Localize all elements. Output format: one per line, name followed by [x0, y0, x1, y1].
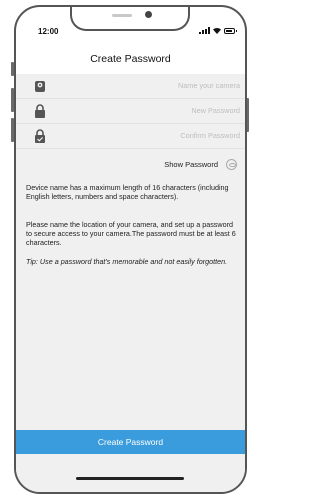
phone-notch	[70, 7, 190, 31]
camera-icon	[34, 79, 46, 93]
battery-icon	[224, 27, 237, 34]
home-indicator	[76, 477, 184, 480]
confirm-password-placeholder: Confirm Password	[180, 131, 240, 140]
phone-frame: 12:00 Create Password Name your camera N…	[14, 5, 247, 494]
create-password-button[interactable]: Create Password	[16, 430, 245, 454]
device-name-info: Device name has a maximum length of 16 c…	[26, 183, 229, 202]
lock-check-icon	[34, 129, 46, 143]
show-password-label: Show Password	[164, 160, 218, 169]
confirm-password-field[interactable]: Confirm Password	[16, 124, 245, 149]
show-password-toggle[interactable]: Show Password	[164, 159, 237, 170]
page-title: Create Password	[90, 53, 171, 65]
camera-name-field[interactable]: Name your camera	[16, 74, 245, 99]
password-tip: Tip: Use a password that's memorable and…	[26, 257, 228, 266]
password-info: Please name the location of your camera,…	[26, 220, 236, 248]
speaker	[112, 14, 132, 17]
camera-name-placeholder: Name your camera	[177, 81, 240, 90]
front-camera	[145, 11, 152, 18]
new-password-field[interactable]: New Password	[16, 99, 245, 124]
new-password-placeholder: New Password	[191, 106, 240, 115]
signal-icon	[199, 27, 210, 34]
lock-icon	[34, 104, 46, 118]
eye-icon[interactable]	[226, 159, 237, 170]
status-time: 12:00	[38, 27, 59, 36]
wifi-icon	[213, 27, 221, 34]
status-icons	[199, 27, 237, 34]
